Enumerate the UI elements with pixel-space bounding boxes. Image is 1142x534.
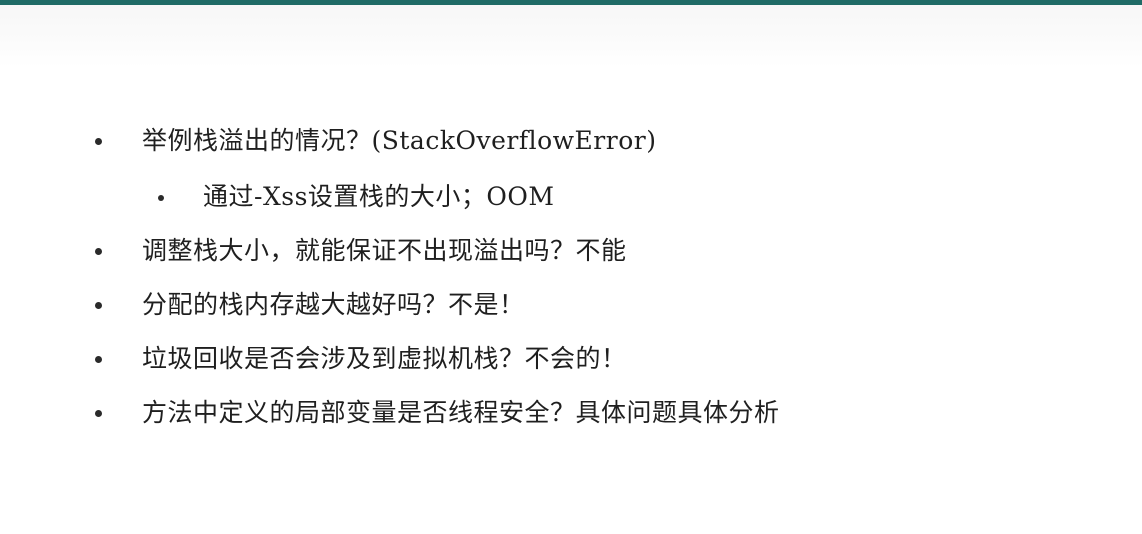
list-item-text: 举例栈溢出的情况？(StackOverflowError) bbox=[142, 126, 657, 155]
list-item-text: 通过-Xss设置栈的大小；OOM bbox=[203, 182, 555, 211]
list-item-text: 垃圾回收是否会涉及到虚拟机栈？不会的！ bbox=[142, 344, 627, 373]
bullet-dot-icon bbox=[95, 356, 102, 363]
list-item: 调整栈大小，就能保证不出现溢出吗？不能 bbox=[0, 231, 1142, 271]
list-item: 举例栈溢出的情况？(StackOverflowError) bbox=[0, 121, 1142, 161]
list-item: 垃圾回收是否会涉及到虚拟机栈？不会的！ bbox=[0, 339, 1142, 379]
list-item-text: 调整栈大小，就能保证不出现溢出吗？不能 bbox=[142, 236, 627, 265]
bullet-dot-icon bbox=[158, 195, 164, 201]
list-item: 方法中定义的局部变量是否线程安全？具体问题具体分析 bbox=[0, 393, 1142, 433]
slide-body: 举例栈溢出的情况？(StackOverflowError) 通过-Xss设置栈的… bbox=[0, 0, 1142, 534]
list-item-sub: 通过-Xss设置栈的大小；OOM bbox=[0, 177, 1142, 217]
bullet-dot-icon bbox=[95, 410, 102, 417]
list-item: 分配的栈内存越大越好吗？不是！ bbox=[0, 285, 1142, 325]
bullet-dot-icon bbox=[95, 302, 102, 309]
list-item-text: 分配的栈内存越大越好吗？不是！ bbox=[142, 290, 525, 319]
list-item-text: 方法中定义的局部变量是否线程安全？具体问题具体分析 bbox=[142, 398, 780, 427]
bullet-dot-icon bbox=[95, 138, 102, 145]
bullet-dot-icon bbox=[95, 248, 102, 255]
